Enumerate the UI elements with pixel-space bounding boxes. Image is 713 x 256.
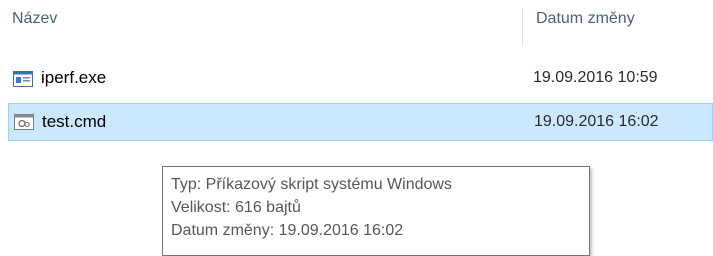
exe-file-icon <box>13 71 33 87</box>
file-row-iperf[interactable]: iperf.exe 19.09.2016 10:59 <box>8 64 713 94</box>
file-row-test-cmd[interactable]: test.cmd 19.09.2016 16:02 <box>8 103 713 141</box>
file-info-tooltip: Typ: Příkazový skript systému Windows Ve… <box>162 166 590 256</box>
tooltip-type: Typ: Příkazový skript systému Windows <box>171 176 452 193</box>
file-date-modified: 19.09.2016 10:59 <box>533 69 658 86</box>
cmd-script-icon <box>14 114 34 130</box>
column-header: Název Datum změny <box>0 0 713 46</box>
column-divider[interactable] <box>522 8 523 46</box>
file-name: test.cmd <box>42 112 107 131</box>
column-header-name[interactable]: Název <box>12 10 57 28</box>
file-name: iperf.exe <box>41 68 107 87</box>
tooltip-size: Velikost: 616 bajtů <box>171 199 301 216</box>
column-header-date-modified[interactable]: Datum změny <box>536 10 635 28</box>
tooltip-date-modified: Datum změny: 19.09.2016 16:02 <box>171 222 404 239</box>
file-date-modified: 19.09.2016 16:02 <box>534 113 659 130</box>
